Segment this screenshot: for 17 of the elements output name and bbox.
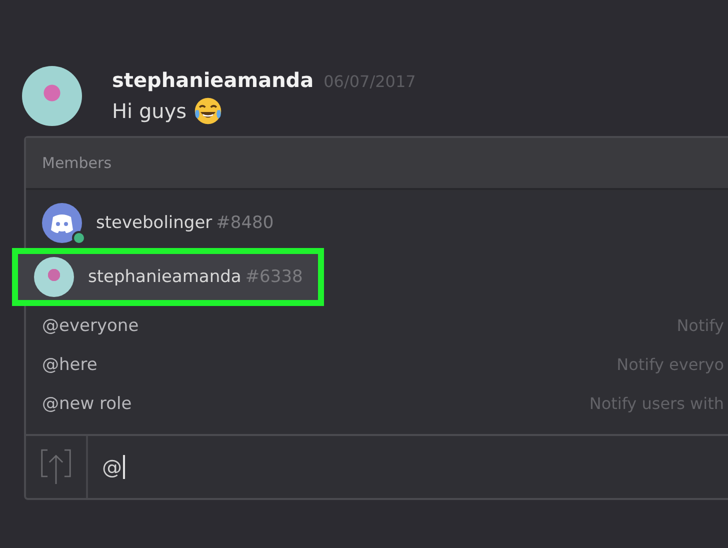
- member-tag: #8480: [216, 213, 274, 233]
- upload-icon: [40, 448, 72, 486]
- member-item[interactable]: stephanieamanda #6338: [18, 254, 318, 300]
- message-text: Hi guys: [112, 99, 187, 123]
- member-tag: #6338: [245, 267, 303, 287]
- member-name: stephanieamanda: [88, 267, 242, 287]
- author-name: stephanieamanda: [112, 68, 314, 92]
- popup-header: Members: [42, 154, 112, 172]
- member-item[interactable]: stevebolinger #8480: [26, 200, 316, 246]
- avatar-placeholder: [34, 257, 74, 297]
- member-name: stevebolinger: [96, 213, 212, 233]
- discord-logo-icon: [42, 203, 82, 243]
- laughing-emoji-icon: [192, 96, 223, 126]
- role-name: @here: [42, 354, 98, 374]
- role-name: @new role: [42, 394, 132, 414]
- role-name: @everyone: [42, 316, 139, 336]
- message-input[interactable]: @: [88, 436, 728, 498]
